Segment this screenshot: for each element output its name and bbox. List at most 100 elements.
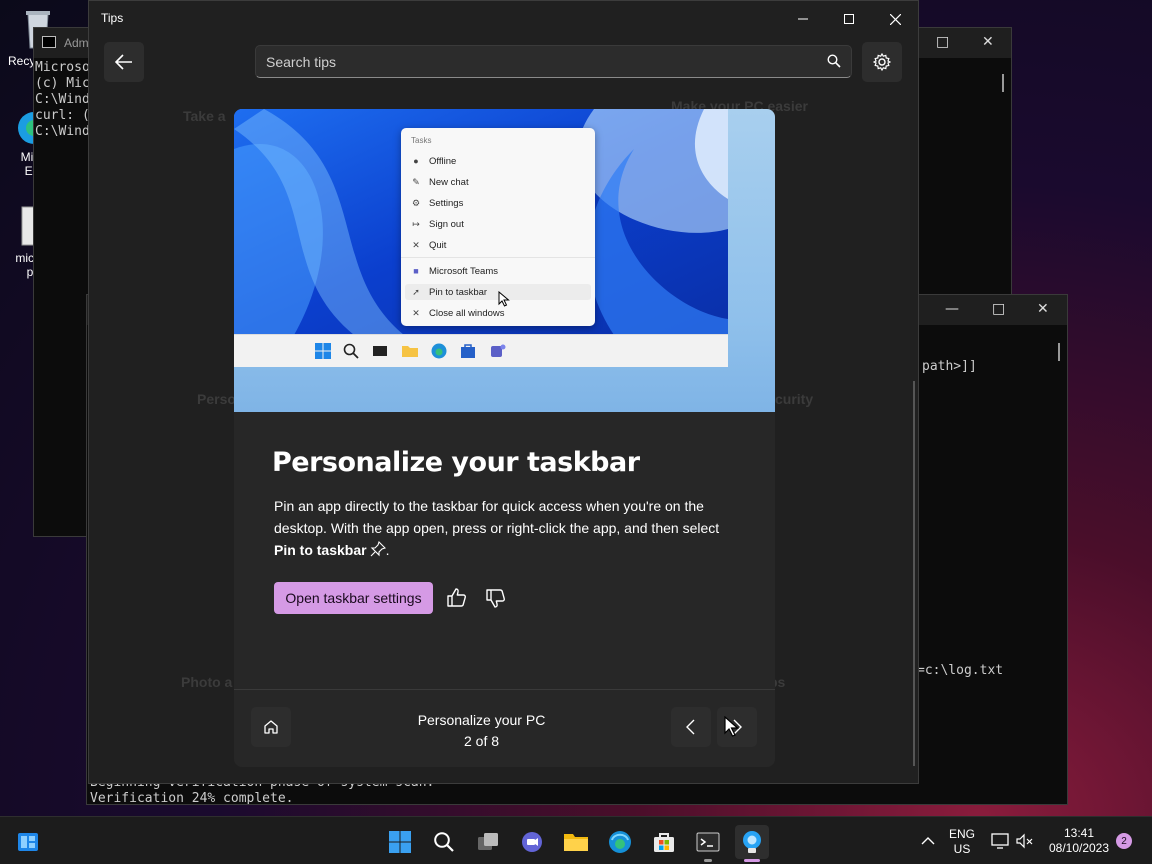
menu-separator xyxy=(401,257,595,258)
cursor-icon xyxy=(498,291,510,307)
widgets-button[interactable] xyxy=(11,825,45,859)
clock-time: 13:41 xyxy=(1063,826,1095,840)
back-button[interactable] xyxy=(104,42,144,82)
task-view-button[interactable] xyxy=(471,825,505,859)
teams-chat-button[interactable] xyxy=(515,825,549,859)
background-category: Perso xyxy=(197,391,236,407)
search-icon[interactable] xyxy=(827,54,841,68)
tips-scrollbar[interactable] xyxy=(913,381,915,766)
menu-item-label: Pin to taskbar xyxy=(429,286,488,298)
store-icon xyxy=(654,833,674,852)
thumbs-up-icon[interactable] xyxy=(445,586,469,610)
background-category: Take a xyxy=(183,108,226,124)
terminal-line: path>]] xyxy=(922,359,977,374)
search-button[interactable] xyxy=(427,825,461,859)
active-indicator xyxy=(744,859,760,862)
teams-icon xyxy=(491,344,506,357)
thumbs-down-icon[interactable] xyxy=(484,586,508,610)
tip-card: Tasks ● Offline ✎ New chat ⚙ Settings ↦ Sign… xyxy=(234,109,775,767)
menu-item-settings: ⚙ Settings xyxy=(411,195,587,211)
menu-item-label: Microsoft Teams xyxy=(429,265,498,277)
volume-muted-icon[interactable] xyxy=(1016,833,1034,849)
minimize-icon xyxy=(798,18,808,20)
terminal-scrollbar[interactable] xyxy=(1058,343,1060,361)
input-language-indicator[interactable]: ENG US xyxy=(944,827,980,857)
edge-button[interactable] xyxy=(603,825,637,859)
minimize-icon[interactable]: — xyxy=(945,301,959,317)
network-icon[interactable] xyxy=(991,833,1009,849)
clock[interactable]: 13:41 08/10/2023 xyxy=(1042,826,1116,856)
menu-item-label: New chat xyxy=(429,176,469,188)
arrow-left-icon xyxy=(115,54,132,70)
lightbulb-icon xyxy=(743,831,761,853)
terminal-line: Verification 24% complete. xyxy=(90,791,294,805)
close-button[interactable] xyxy=(872,5,918,33)
terminal-scrollbar[interactable] xyxy=(1002,74,1004,92)
terminal-title: Adm xyxy=(64,36,89,50)
edit-icon: ✎ xyxy=(412,176,420,187)
menu-item-teams: ■ Microsoft Teams xyxy=(411,263,587,279)
home-icon xyxy=(264,720,278,734)
folder-icon xyxy=(402,346,418,357)
minimize-button[interactable] xyxy=(780,5,826,33)
menu-item-close-all: ✕ Close all windows xyxy=(411,305,587,321)
terminal-icon xyxy=(696,832,720,852)
pin-icon: ➚ xyxy=(412,286,420,297)
close-icon[interactable]: ✕ xyxy=(1037,301,1049,317)
home-button[interactable] xyxy=(251,707,291,747)
microsoft-store-button[interactable] xyxy=(647,825,681,859)
region-code: US xyxy=(953,842,971,856)
settings-button[interactable] xyxy=(862,42,902,82)
file-explorer-button[interactable] xyxy=(559,825,593,859)
close-icon xyxy=(889,13,901,25)
terminal-app-icon xyxy=(42,36,56,48)
menu-item-label: Close all windows xyxy=(429,307,505,319)
search-input[interactable] xyxy=(266,52,806,72)
notification-badge[interactable]: 2 xyxy=(1116,833,1132,849)
start-button[interactable] xyxy=(383,825,417,859)
tip-body-bold: Pin to taskbar xyxy=(274,542,367,558)
maximize-icon xyxy=(844,14,854,24)
task-view-icon xyxy=(478,833,498,850)
tips-window[interactable]: Tips Take a Make your PC easier Perso cu… xyxy=(88,0,919,784)
card-divider xyxy=(234,689,775,690)
gear-icon xyxy=(873,53,891,71)
widgets-icon xyxy=(18,833,38,851)
folder-icon xyxy=(564,834,588,851)
maximize-button[interactable] xyxy=(826,5,872,33)
menu-item-label: Sign out xyxy=(429,218,464,230)
maximize-icon[interactable]: □ xyxy=(936,34,949,50)
start-icon xyxy=(315,343,331,359)
maximize-icon[interactable]: □ xyxy=(992,301,1005,317)
menu-item-label: Settings xyxy=(429,197,464,209)
tip-title: Personalize your taskbar xyxy=(272,447,640,478)
close-icon: ✕ xyxy=(412,307,420,318)
chevron-up-icon[interactable] xyxy=(921,836,935,846)
window-title: Tips xyxy=(101,11,124,25)
screenshot-taskbar xyxy=(234,334,728,367)
search-box[interactable] xyxy=(255,45,852,78)
menu-item-new-chat: ✎ New chat xyxy=(411,174,587,190)
search-icon xyxy=(434,832,454,852)
search-icon xyxy=(343,343,359,359)
previous-tip-button[interactable] xyxy=(671,707,711,747)
tip-hero-image: Tasks ● Offline ✎ New chat ⚙ Settings ↦ Sign… xyxy=(234,109,775,412)
clock-date: 08/10/2023 xyxy=(1048,841,1110,855)
menu-item-label: Quit xyxy=(429,239,447,251)
tips-titlebar[interactable]: Tips xyxy=(89,1,918,35)
notification-count: 2 xyxy=(1121,835,1127,847)
terminal-button[interactable] xyxy=(691,825,725,862)
collection-info: Personalize your PC 2 of 8 xyxy=(384,710,579,752)
menu-item-offline: ● Offline xyxy=(411,153,587,169)
close-icon: ✕ xyxy=(412,239,420,250)
windows-start-icon xyxy=(389,831,411,853)
tip-body: Pin an app directly to the taskbar for q… xyxy=(274,495,744,561)
store-icon xyxy=(461,344,475,358)
tips-app-button[interactable] xyxy=(735,825,769,862)
open-taskbar-settings-button[interactable]: Open taskbar settings xyxy=(274,582,433,614)
close-icon[interactable]: ✕ xyxy=(982,34,994,50)
collection-title: Personalize your PC xyxy=(417,712,546,728)
status-dot-icon: ● xyxy=(413,156,419,166)
chevron-left-icon xyxy=(686,719,695,735)
language-code: ENG xyxy=(948,827,975,841)
